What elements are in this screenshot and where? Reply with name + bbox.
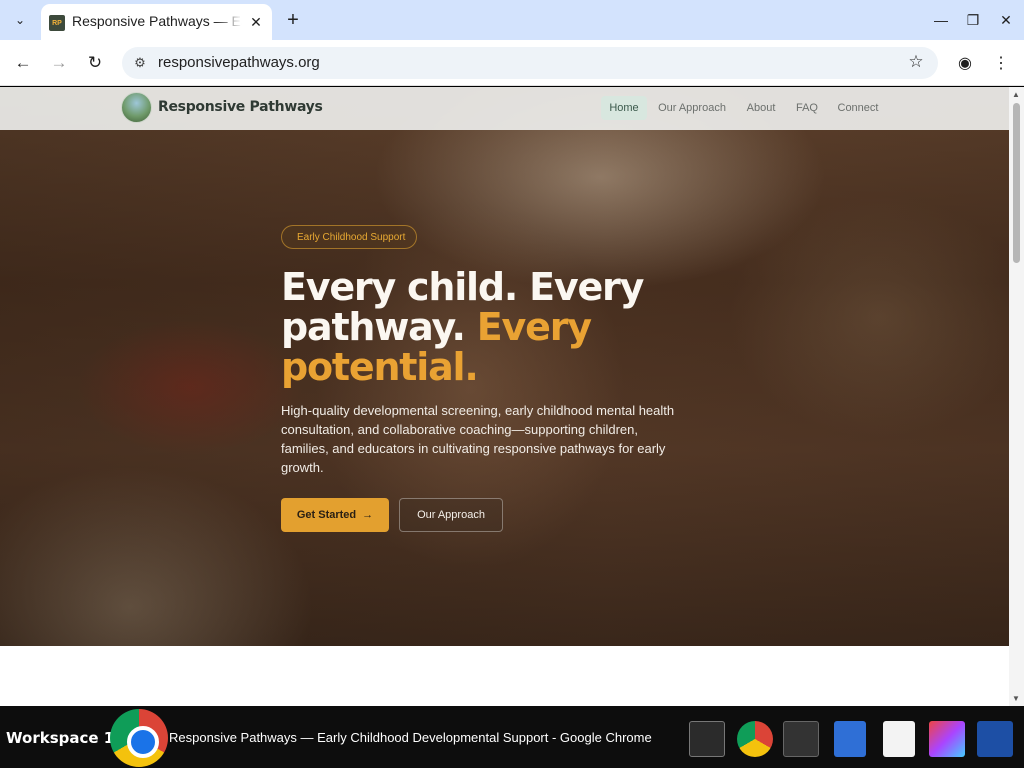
chrome-app-icon[interactable]: [110, 709, 168, 767]
nav-about[interactable]: About: [741, 96, 781, 120]
new-tab-plus-icon[interactable]: +: [282, 9, 304, 31]
favicon-icon: RP: [49, 15, 65, 31]
os-taskbar: Workspace 1 Responsive Pathways — Early …: [0, 706, 1024, 768]
workspace-label[interactable]: Workspace 1: [6, 729, 114, 747]
get-started-button[interactable]: Get Started →: [281, 498, 389, 532]
hero-lead: High-quality developmental screening, ea…: [281, 403, 675, 475]
nav-connect[interactable]: Connect: [833, 96, 883, 120]
tab-strip: ⌄ RP Responsive Pathways — Early Childho…: [0, 0, 1024, 40]
url-text[interactable]: responsivepathways.org: [158, 54, 320, 71]
minimize-icon[interactable]: —: [930, 10, 952, 30]
active-window-title[interactable]: Responsive Pathways — Early Childhood De…: [169, 730, 652, 745]
text-editor-icon[interactable]: [783, 721, 819, 757]
calculator-icon[interactable]: [977, 721, 1013, 757]
page-scrollbar[interactable]: ▲ ▼: [1009, 87, 1024, 706]
site-info-icon[interactable]: ⚙: [131, 54, 149, 72]
logo-icon[interactable]: [121, 92, 152, 123]
terminal-icon[interactable]: [689, 721, 725, 757]
arrow-right-icon: →: [362, 509, 374, 521]
nav-faq[interactable]: FAQ: [792, 96, 822, 120]
bookmark-star-icon[interactable]: ☆: [906, 52, 926, 72]
restore-icon[interactable]: ❐: [962, 10, 984, 30]
our-approach-button[interactable]: Our Approach: [399, 498, 503, 532]
site-header: Responsive Pathways Home Our Approach Ab…: [0, 87, 1009, 130]
nav-our-approach[interactable]: Our Approach: [655, 96, 729, 120]
tab-title: Responsive Pathways — Early Childhood De…: [72, 13, 242, 29]
scroll-down-icon[interactable]: ▼: [1012, 694, 1020, 703]
nav-home[interactable]: Home: [601, 96, 647, 120]
browser-toolbar: ← → ↻ ⚙ responsivepathways.org ☆ ◉ ⋮: [0, 40, 1024, 86]
hero-badge: Early Childhood Support: [281, 225, 418, 249]
back-arrow-icon[interactable]: ←: [12, 52, 34, 74]
tab-search-chevron-icon[interactable]: ⌄: [8, 9, 32, 31]
address-bar[interactable]: ⚙ responsivepathways.org ☆: [122, 47, 938, 79]
chrome-tray-icon[interactable]: [737, 721, 773, 757]
tab-close-icon[interactable]: ✕: [247, 13, 265, 31]
menu-kebab-icon[interactable]: ⋮: [990, 52, 1012, 74]
close-window-icon[interactable]: ✕: [995, 10, 1017, 30]
document-viewer-icon[interactable]: [883, 721, 915, 757]
profile-icon[interactable]: ◉: [954, 52, 976, 74]
reload-icon[interactable]: ↻: [84, 52, 106, 74]
forward-arrow-icon[interactable]: →: [48, 52, 70, 74]
hero-headline: Every child. Every pathway. Every potent…: [281, 267, 681, 387]
scrollbar-thumb[interactable]: [1013, 103, 1020, 263]
browser-tab[interactable]: RP Responsive Pathways — Early Childhood…: [41, 4, 272, 40]
get-started-label: Get Started: [296, 509, 357, 521]
page-viewport: Responsive Pathways Home Our Approach Ab…: [0, 87, 1009, 706]
brand-name[interactable]: Responsive Pathways: [158, 99, 323, 115]
scroll-up-icon[interactable]: ▲: [1012, 90, 1020, 99]
file-manager-icon[interactable]: [834, 721, 866, 757]
image-editor-icon[interactable]: [929, 721, 965, 757]
